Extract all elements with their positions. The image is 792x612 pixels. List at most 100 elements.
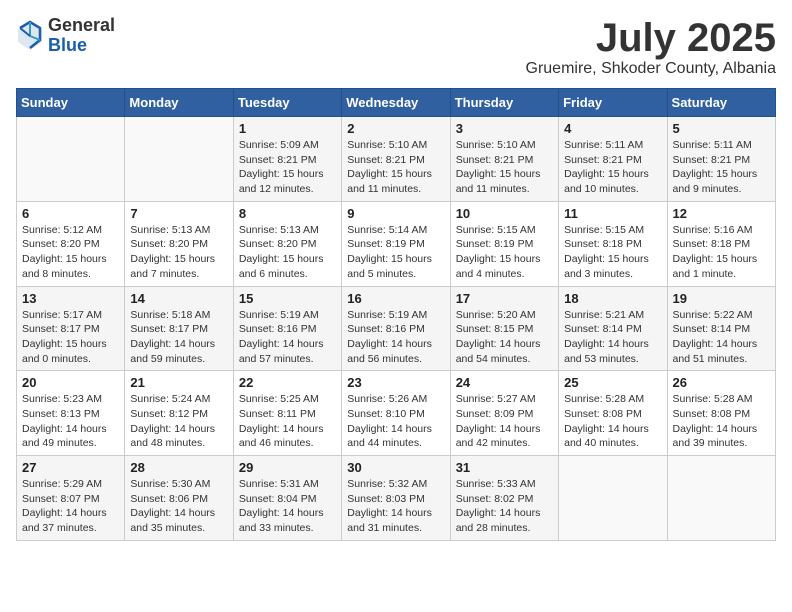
day-number: 9: [347, 206, 444, 221]
calendar-cell: 15 Sunrise: 5:19 AM Sunset: 8:16 PM Dayli…: [233, 286, 341, 371]
logo-general: General: [48, 16, 115, 36]
calendar-week-5: 27Sunrise: 5:29 AM Sunset: 8:07 PM Dayli…: [17, 456, 776, 541]
day-info: Sunrise: 5:30 AM Sunset: 8:06 PM Dayligh…: [130, 477, 227, 536]
day-number: 23: [347, 375, 444, 390]
logo-blue: Blue: [48, 36, 115, 56]
title-area: July 2025 Gruemire, Shkoder County, Alba…: [526, 16, 777, 78]
calendar-cell: 10 Sunrise: 5:15 AM Sunset: 8:19 PM Dayli…: [450, 201, 558, 286]
header-cell-thursday: Thursday: [450, 89, 558, 117]
day-info: Sunrise: 5:15 AM Sunset: 8:19 PM Dayligh…: [456, 223, 553, 282]
calendar-cell: 3 Sunrise: 5:10 AM Sunset: 8:21 PM Daylig…: [450, 117, 558, 202]
header-row: SundayMondayTuesdayWednesdayThursdayFrid…: [17, 89, 776, 117]
calendar-cell: 7 Sunrise: 5:13 AM Sunset: 8:20 PM Daylig…: [125, 201, 233, 286]
day-number: 31: [456, 460, 553, 475]
header-cell-sunday: Sunday: [17, 89, 125, 117]
day-info: Sunrise: 5:27 AM Sunset: 8:09 PM Dayligh…: [456, 392, 553, 451]
calendar-cell: 13 Sunrise: 5:17 AM Sunset: 8:17 PM Dayli…: [17, 286, 125, 371]
calendar-cell: [17, 117, 125, 202]
day-number: 1: [239, 121, 336, 136]
calendar-cell: [559, 456, 667, 541]
day-number: 20: [22, 375, 119, 390]
day-number: 6: [22, 206, 119, 221]
calendar-cell: 22 Sunrise: 5:25 AM Sunset: 8:11 PM Dayli…: [233, 371, 341, 456]
calendar-table: SundayMondayTuesdayWednesdayThursdayFrid…: [16, 88, 776, 541]
day-number: 10: [456, 206, 553, 221]
day-number: 22: [239, 375, 336, 390]
day-number: 12: [673, 206, 770, 221]
calendar-cell: 25 Sunrise: 5:28 AM Sunset: 8:08 PM Dayli…: [559, 371, 667, 456]
logo-icon: [16, 20, 44, 52]
day-number: 11: [564, 206, 661, 221]
calendar-week-1: 1 Sunrise: 5:09 AM Sunset: 8:21 PM Daylig…: [17, 117, 776, 202]
day-info: Sunrise: 5:16 AM Sunset: 8:18 PM Dayligh…: [673, 223, 770, 282]
day-info: Sunrise: 5:13 AM Sunset: 8:20 PM Dayligh…: [130, 223, 227, 282]
day-info: Sunrise: 5:09 AM Sunset: 8:21 PM Dayligh…: [239, 138, 336, 197]
calendar-body: 1 Sunrise: 5:09 AM Sunset: 8:21 PM Daylig…: [17, 117, 776, 541]
day-number: 7: [130, 206, 227, 221]
calendar-cell: 12 Sunrise: 5:16 AM Sunset: 8:18 PM Dayli…: [667, 201, 775, 286]
calendar-cell: 14 Sunrise: 5:18 AM Sunset: 8:17 PM Dayli…: [125, 286, 233, 371]
location-subtitle: Gruemire, Shkoder County, Albania: [526, 60, 777, 78]
calendar-cell: 16 Sunrise: 5:19 AM Sunset: 8:16 PM Dayli…: [342, 286, 450, 371]
day-number: 13: [22, 291, 119, 306]
day-number: 29: [239, 460, 336, 475]
calendar-cell: [667, 456, 775, 541]
calendar-cell: 5Sunrise: 5:11 AM Sunset: 8:21 PM Daylig…: [667, 117, 775, 202]
calendar-cell: 26Sunrise: 5:28 AM Sunset: 8:08 PM Dayli…: [667, 371, 775, 456]
calendar-cell: [125, 117, 233, 202]
calendar-cell: 24 Sunrise: 5:27 AM Sunset: 8:09 PM Dayli…: [450, 371, 558, 456]
day-info: Sunrise: 5:19 AM Sunset: 8:16 PM Dayligh…: [239, 308, 336, 367]
day-number: 30: [347, 460, 444, 475]
calendar-cell: 31Sunrise: 5:33 AM Sunset: 8:02 PM Dayli…: [450, 456, 558, 541]
day-number: 14: [130, 291, 227, 306]
calendar-cell: 21Sunrise: 5:24 AM Sunset: 8:12 PM Dayli…: [125, 371, 233, 456]
day-number: 28: [130, 460, 227, 475]
calendar-cell: 18 Sunrise: 5:21 AM Sunset: 8:14 PM Dayli…: [559, 286, 667, 371]
day-number: 4: [564, 121, 661, 136]
day-info: Sunrise: 5:19 AM Sunset: 8:16 PM Dayligh…: [347, 308, 444, 367]
day-info: Sunrise: 5:15 AM Sunset: 8:18 PM Dayligh…: [564, 223, 661, 282]
day-number: 15: [239, 291, 336, 306]
calendar-cell: 29 Sunrise: 5:31 AM Sunset: 8:04 PM Dayli…: [233, 456, 341, 541]
page-header: General Blue July 2025 Gruemire, Shkoder…: [16, 16, 776, 78]
day-number: 3: [456, 121, 553, 136]
day-info: Sunrise: 5:32 AM Sunset: 8:03 PM Dayligh…: [347, 477, 444, 536]
logo-text: General Blue: [48, 16, 115, 56]
day-info: Sunrise: 5:31 AM Sunset: 8:04 PM Dayligh…: [239, 477, 336, 536]
calendar-cell: 6 Sunrise: 5:12 AM Sunset: 8:20 PM Daylig…: [17, 201, 125, 286]
calendar-cell: 9 Sunrise: 5:14 AM Sunset: 8:19 PM Daylig…: [342, 201, 450, 286]
day-info: Sunrise: 5:21 AM Sunset: 8:14 PM Dayligh…: [564, 308, 661, 367]
day-info: Sunrise: 5:24 AM Sunset: 8:12 PM Dayligh…: [130, 392, 227, 451]
day-info: Sunrise: 5:10 AM Sunset: 8:21 PM Dayligh…: [456, 138, 553, 197]
day-number: 17: [456, 291, 553, 306]
day-info: Sunrise: 5:17 AM Sunset: 8:17 PM Dayligh…: [22, 308, 119, 367]
calendar-week-3: 13 Sunrise: 5:17 AM Sunset: 8:17 PM Dayli…: [17, 286, 776, 371]
day-info: Sunrise: 5:25 AM Sunset: 8:11 PM Dayligh…: [239, 392, 336, 451]
calendar-cell: 30 Sunrise: 5:32 AM Sunset: 8:03 PM Dayli…: [342, 456, 450, 541]
day-info: Sunrise: 5:18 AM Sunset: 8:17 PM Dayligh…: [130, 308, 227, 367]
calendar-cell: 2 Sunrise: 5:10 AM Sunset: 8:21 PM Daylig…: [342, 117, 450, 202]
day-info: Sunrise: 5:20 AM Sunset: 8:15 PM Dayligh…: [456, 308, 553, 367]
day-info: Sunrise: 5:10 AM Sunset: 8:21 PM Dayligh…: [347, 138, 444, 197]
day-info: Sunrise: 5:22 AM Sunset: 8:14 PM Dayligh…: [673, 308, 770, 367]
calendar-week-2: 6 Sunrise: 5:12 AM Sunset: 8:20 PM Daylig…: [17, 201, 776, 286]
day-number: 18: [564, 291, 661, 306]
day-number: 24: [456, 375, 553, 390]
calendar-header: SundayMondayTuesdayWednesdayThursdayFrid…: [17, 89, 776, 117]
day-number: 27: [22, 460, 119, 475]
day-number: 25: [564, 375, 661, 390]
day-info: Sunrise: 5:12 AM Sunset: 8:20 PM Dayligh…: [22, 223, 119, 282]
day-info: Sunrise: 5:28 AM Sunset: 8:08 PM Dayligh…: [564, 392, 661, 451]
header-cell-friday: Friday: [559, 89, 667, 117]
header-cell-monday: Monday: [125, 89, 233, 117]
day-info: Sunrise: 5:11 AM Sunset: 8:21 PM Dayligh…: [673, 138, 770, 197]
day-info: Sunrise: 5:13 AM Sunset: 8:20 PM Dayligh…: [239, 223, 336, 282]
day-info: Sunrise: 5:14 AM Sunset: 8:19 PM Dayligh…: [347, 223, 444, 282]
day-number: 8: [239, 206, 336, 221]
day-info: Sunrise: 5:11 AM Sunset: 8:21 PM Dayligh…: [564, 138, 661, 197]
day-info: Sunrise: 5:28 AM Sunset: 8:08 PM Dayligh…: [673, 392, 770, 451]
day-number: 16: [347, 291, 444, 306]
header-cell-saturday: Saturday: [667, 89, 775, 117]
day-number: 2: [347, 121, 444, 136]
calendar-cell: 8 Sunrise: 5:13 AM Sunset: 8:20 PM Daylig…: [233, 201, 341, 286]
